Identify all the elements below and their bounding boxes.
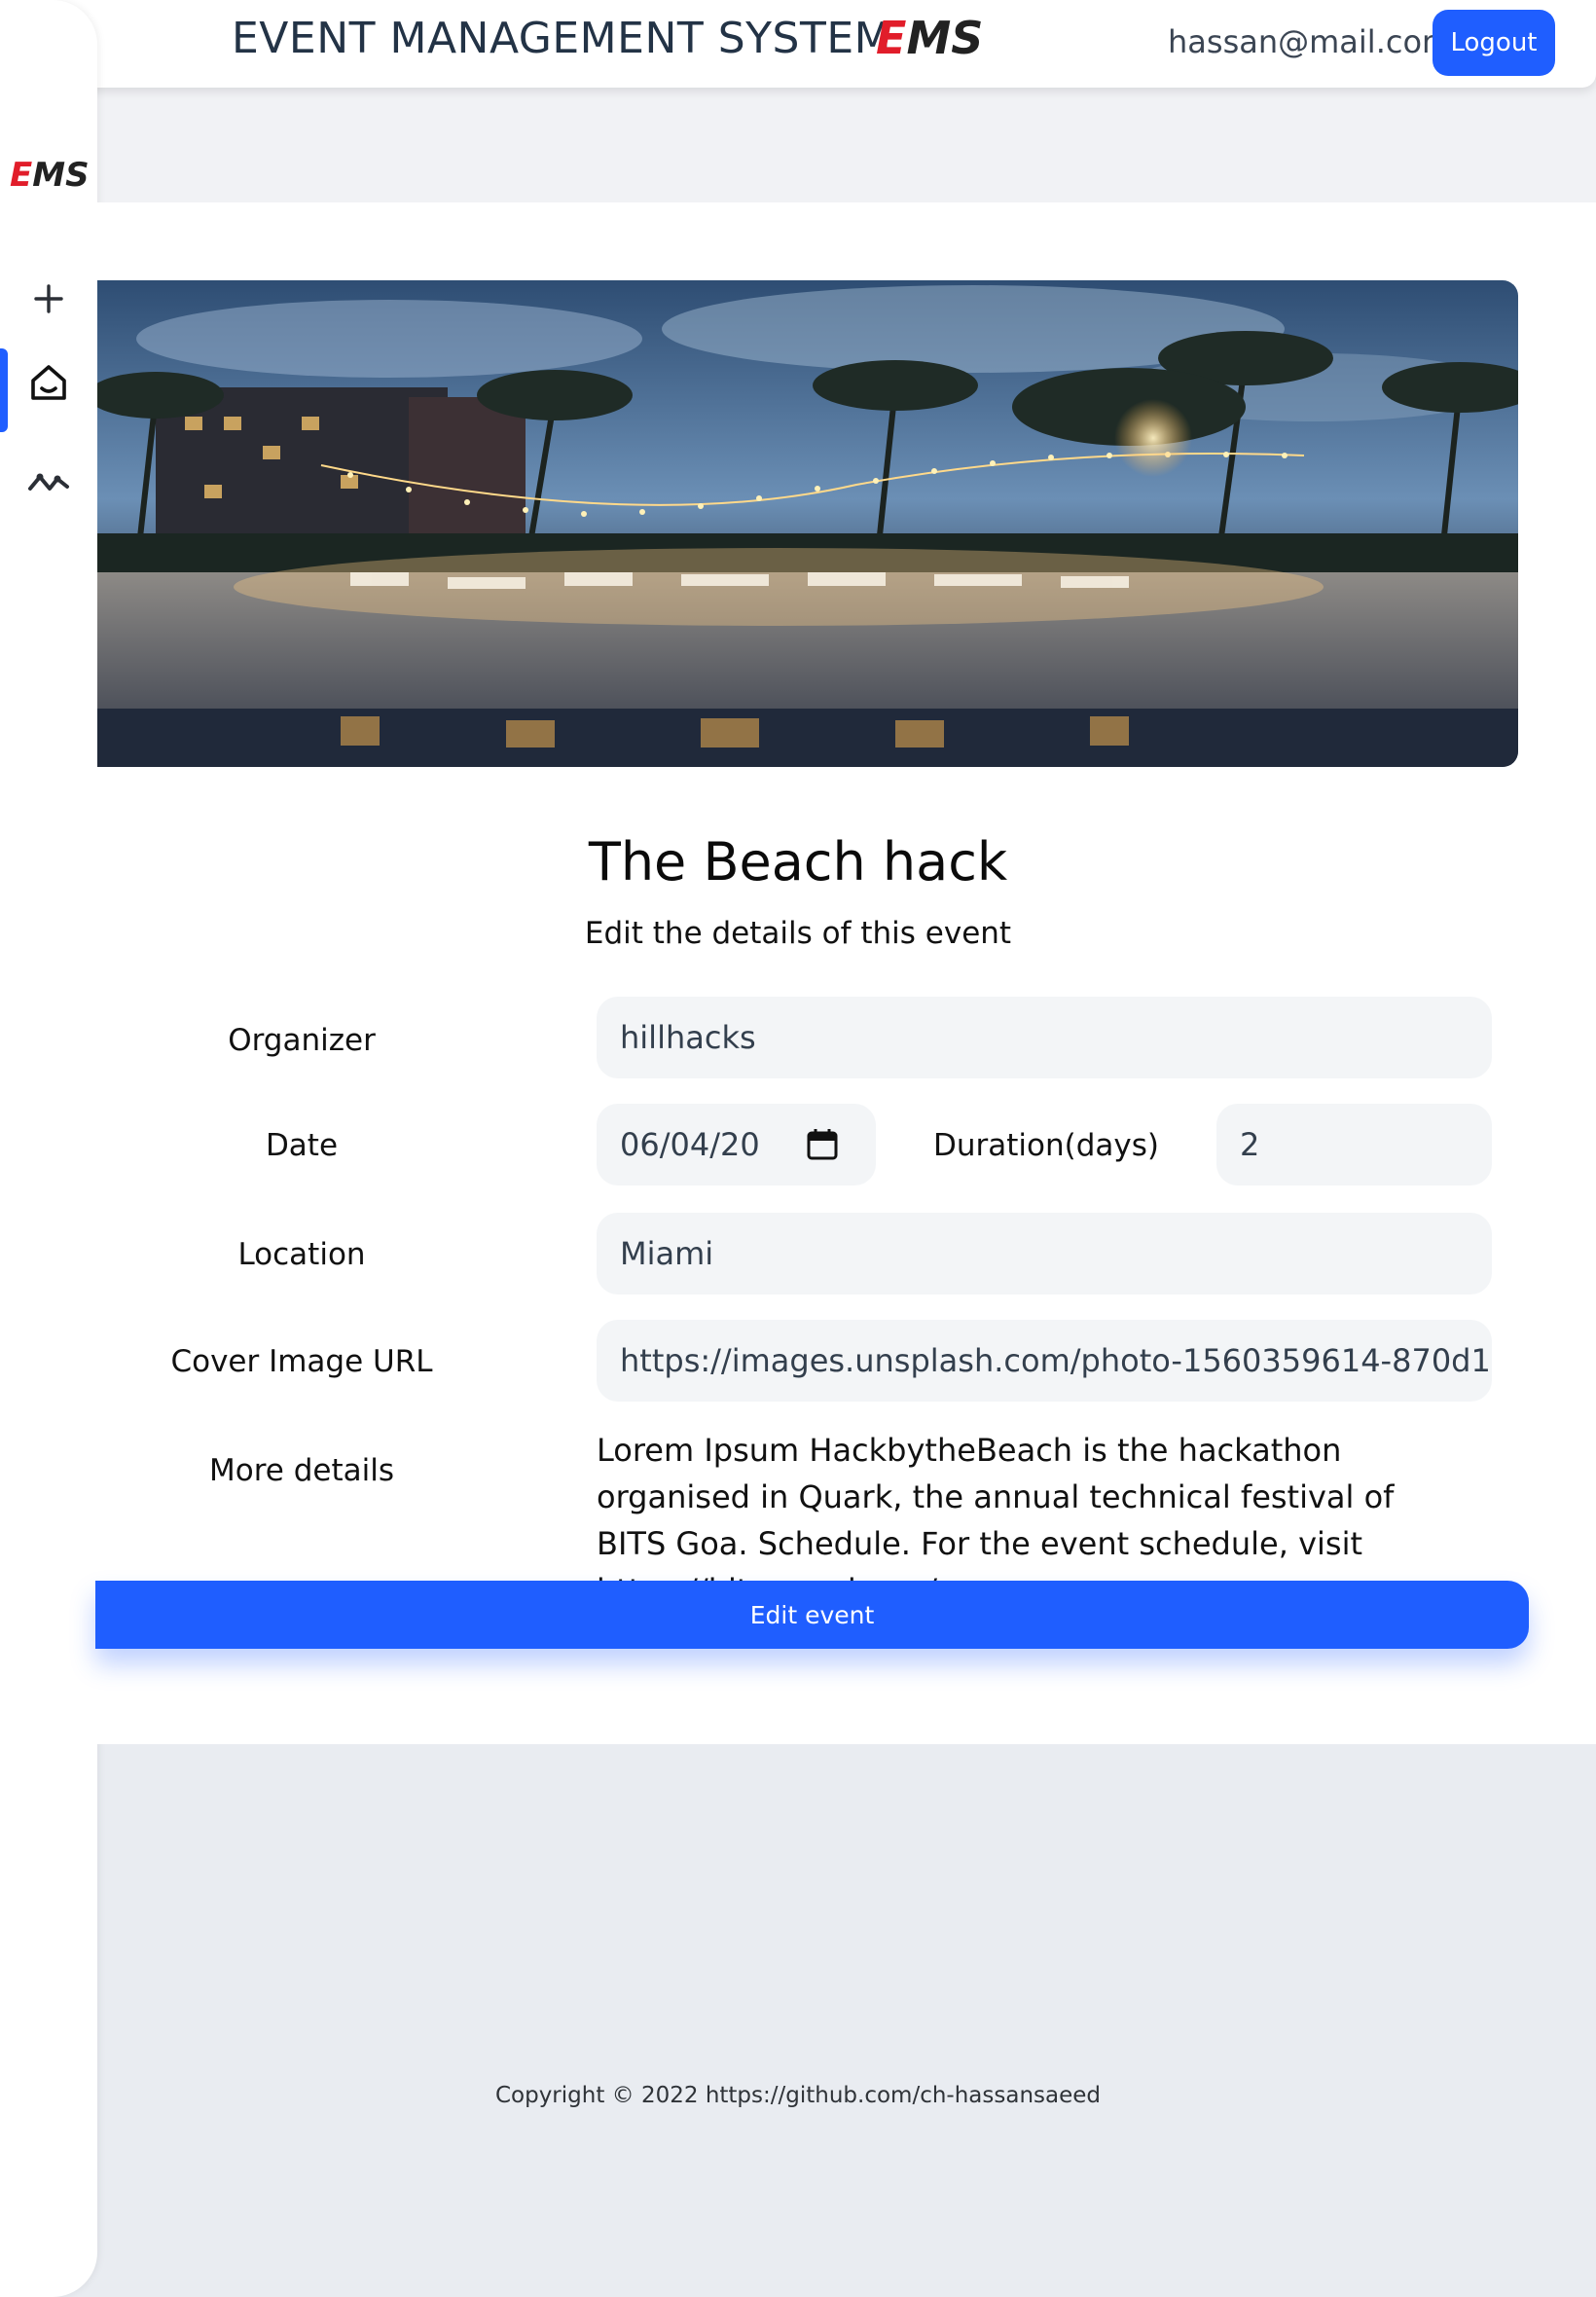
cover-image-url-label: Cover Image URL [170, 1344, 433, 1379]
sidebar-item-add[interactable] [0, 265, 97, 333]
duration-label: Duration(days) [932, 1128, 1159, 1163]
event-subtitle: Edit the details of this event [584, 916, 1012, 951]
footer-copyright: Copyright © 2022 https://github.com/ch-h… [494, 2083, 1102, 2108]
brand-logo: EMS [876, 12, 984, 64]
logout-button[interactable]: Logout [1433, 10, 1555, 76]
duration-input[interactable]: 2 [1216, 1104, 1492, 1185]
organizer-label: Organizer [228, 1023, 376, 1058]
event-title: The Beach hack [588, 831, 1008, 893]
home-icon [31, 365, 66, 400]
date-label: Date [265, 1128, 339, 1163]
sidebar-item-home[interactable] [0, 348, 97, 432]
sidebar: EMS [0, 0, 97, 2297]
plus-icon [34, 284, 63, 313]
app-title: EVENT MANAGEMENT SYSTEM [232, 14, 892, 63]
cover-image-url-input[interactable]: https://images.unsplash.com/photo-156035… [597, 1320, 1492, 1402]
user-email: hassan@mail.com [1168, 23, 1453, 60]
sidebar-item-activity[interactable] [0, 448, 97, 516]
organizer-input[interactable]: hillhacks [597, 997, 1492, 1078]
location-input[interactable]: Miami [597, 1213, 1492, 1294]
calendar-icon[interactable] [806, 1127, 839, 1162]
sidebar-logo[interactable]: EMS [10, 154, 91, 197]
activity-icon [28, 473, 69, 491]
location-label: Location [237, 1237, 366, 1272]
more-details-label: More details [209, 1453, 394, 1488]
edit-event-button[interactable]: Edit event [95, 1581, 1529, 1649]
event-cover-image [97, 280, 1518, 767]
date-value: 06/04/20 [620, 1126, 760, 1163]
